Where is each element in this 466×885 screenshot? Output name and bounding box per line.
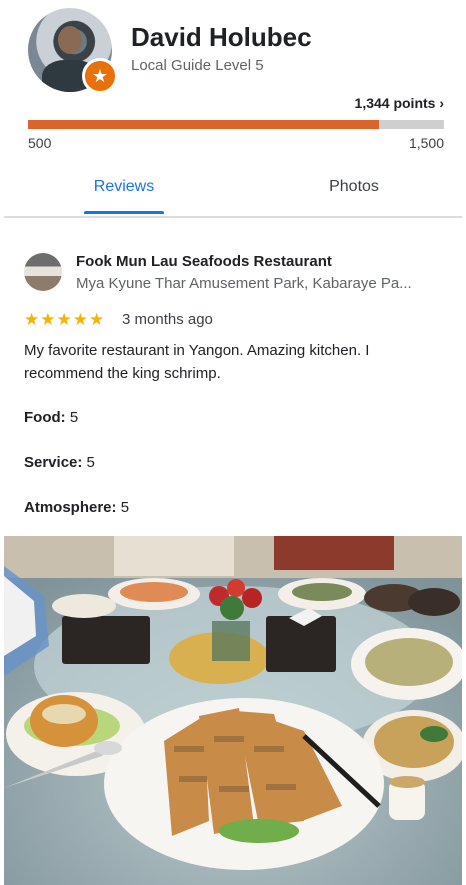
tab-photos[interactable]: Photos <box>314 170 394 214</box>
points-progress-fill <box>28 120 380 129</box>
tab-bar: Reviews Photos <box>4 170 462 218</box>
attribute-label: Atmosphere: <box>24 499 117 516</box>
review-text: My favorite restaurant in Yangon. Amazin… <box>24 342 370 382</box>
attribute-value: 5 <box>69 409 79 426</box>
food-table-photo <box>4 536 462 885</box>
attribute-atmosphere: Atmosphere: 5 <box>24 499 129 516</box>
local-guide-star-icon: ★ <box>82 58 118 94</box>
guide-level: Local Guide Level 5 <box>131 57 264 74</box>
review-time: 3 months ago <box>122 311 213 328</box>
place-thumbnail[interactable] <box>24 253 62 291</box>
attribute-value: 5 <box>86 454 95 471</box>
attribute-food: Food: 5 <box>24 409 78 426</box>
progress-min-label: 500 <box>28 135 52 151</box>
place-address: Mya Kyune Thar Amusement Park, Kabaraye … <box>76 275 412 292</box>
place-name[interactable]: Fook Mun Lau Seafoods Restaurant <box>76 253 332 270</box>
profile-name: David Holubec <box>131 22 312 52</box>
points-link[interactable]: 1,344 points › <box>355 95 444 111</box>
tab-reviews[interactable]: Reviews <box>84 170 164 214</box>
points-progress-bar <box>28 120 444 129</box>
profile-screen: ★ David Holubec Local Guide Level 5 1,34… <box>4 0 462 885</box>
attribute-value: 5 <box>120 499 130 516</box>
attribute-label: Food: <box>24 409 66 426</box>
review-photo[interactable] <box>4 536 462 885</box>
attribute-label: Service: <box>24 454 83 471</box>
attribute-service: Service: 5 <box>24 454 95 471</box>
star-rating: ★★★★★ <box>24 310 106 329</box>
progress-max-label: 1,500 <box>408 135 444 151</box>
